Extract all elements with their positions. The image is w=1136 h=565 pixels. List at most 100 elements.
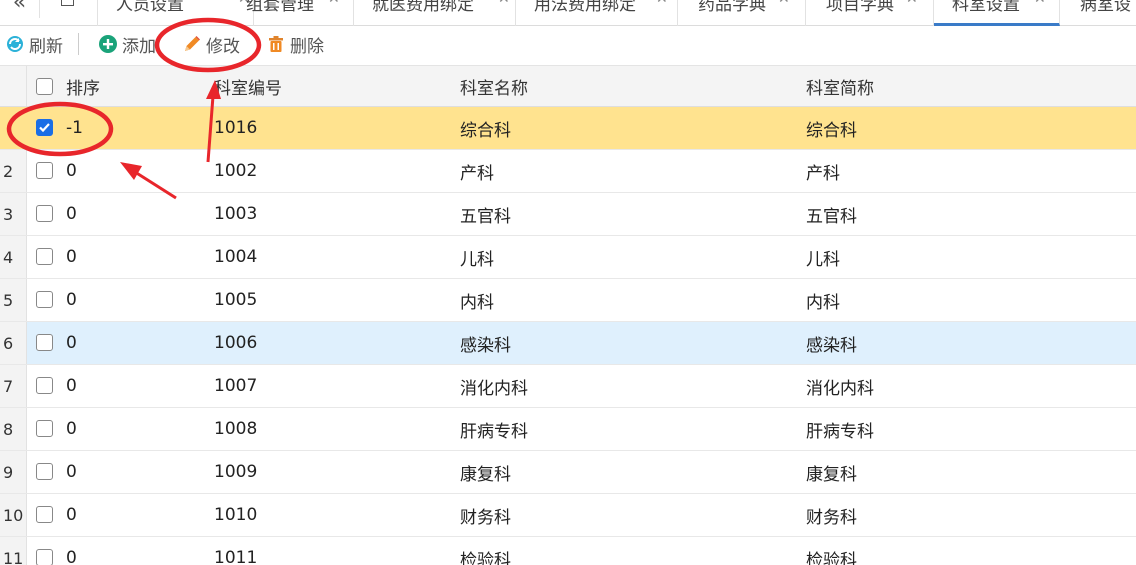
tab-drug-dictionary[interactable]: 药品字典 ✕ — [678, 0, 806, 26]
toolbar-divider — [78, 33, 79, 55]
row-checkbox[interactable] — [36, 377, 53, 394]
row-checkbox[interactable] — [36, 506, 53, 523]
cell-name: 内科 — [460, 292, 494, 313]
add-button[interactable]: 添加 — [98, 32, 156, 57]
cell-code: 1006 — [214, 333, 258, 353]
delete-button[interactable]: 删除 — [266, 32, 324, 57]
cell-short-name: 综合科 — [806, 120, 857, 141]
tab-visit-fee-binding[interactable]: 就医费用绑定 ✕ — [354, 0, 516, 26]
tab-usage-fee-binding[interactable]: 用法费用绑定 ✕ — [516, 0, 678, 26]
refresh-button[interactable]: 刷新 — [5, 32, 63, 57]
row-number: 3 — [0, 193, 27, 235]
tab-department-settings[interactable]: 科室设置 ✕ — [934, 0, 1060, 26]
close-icon[interactable]: ✕ — [906, 0, 918, 7]
row-number: 9 — [0, 451, 27, 493]
cell-sort: 0 — [66, 204, 77, 224]
cell-short-name: 财务科 — [806, 507, 857, 528]
add-label: 添加 — [122, 36, 156, 57]
tab-label: 用法费用绑定 — [534, 0, 636, 15]
tab-label: 病室设 — [1080, 0, 1131, 15]
column-header-name[interactable]: 科室名称 — [460, 66, 528, 106]
cell-code: 1016 — [214, 118, 258, 138]
cell-short-name: 内科 — [806, 292, 840, 313]
table-row[interactable]: 11 0 1011 检验科 检验科 — [0, 537, 1136, 565]
table-row[interactable]: 8 0 1008 肝病专科 肝病专科 — [0, 408, 1136, 451]
table-row[interactable]: 6 0 1006 感染科 感染科 — [0, 322, 1136, 365]
close-icon[interactable]: ✕ — [656, 0, 668, 7]
tab-home[interactable] — [40, 0, 98, 26]
cell-code: 1010 — [214, 505, 258, 525]
row-number: 7 — [0, 365, 27, 407]
cell-sort: 0 — [66, 505, 77, 525]
pencil-icon — [185, 36, 200, 51]
row-checkbox[interactable] — [36, 334, 53, 351]
row-checkbox[interactable] — [36, 463, 53, 480]
collapse-tabs-icon[interactable]: « — [0, 0, 40, 18]
row-number — [0, 107, 27, 149]
cell-code: 1004 — [214, 247, 258, 267]
tab-set-management[interactable]: 组套管理 ✕ — [246, 0, 354, 26]
tab-label: 项目字典 — [826, 0, 894, 15]
home-tab-icon — [61, 0, 74, 6]
cell-name: 五官科 — [460, 206, 511, 227]
row-checkbox[interactable] — [36, 549, 53, 565]
cell-code: 1002 — [214, 161, 258, 181]
cell-short-name: 产科 — [806, 163, 840, 184]
row-checkbox[interactable] — [36, 420, 53, 437]
table-row[interactable]: 3 0 1003 五官科 五官科 — [0, 193, 1136, 236]
cell-sort: 0 — [66, 419, 77, 439]
cell-sort: -1 — [66, 118, 83, 138]
cell-code: 1009 — [214, 462, 258, 482]
cell-name: 财务科 — [460, 507, 511, 528]
close-icon[interactable]: ✕ — [498, 0, 510, 7]
table-row[interactable]: 9 0 1009 康复科 康复科 — [0, 451, 1136, 494]
row-number-header — [0, 66, 27, 106]
cell-sort: 0 — [66, 462, 77, 482]
cell-name: 儿科 — [460, 249, 494, 270]
cell-short-name: 检验科 — [806, 550, 857, 565]
cell-sort: 0 — [66, 376, 77, 396]
cell-name: 康复科 — [460, 464, 511, 485]
table-row[interactable]: 5 0 1005 内科 内科 — [0, 279, 1136, 322]
row-number: 4 — [0, 236, 27, 278]
refresh-label: 刷新 — [29, 36, 63, 57]
cell-name: 检验科 — [460, 550, 511, 565]
table-row[interactable]: -1 1016 综合科 综合科 — [0, 107, 1136, 150]
table-row[interactable]: 2 0 1002 产科 产科 — [0, 150, 1136, 193]
row-checkbox[interactable] — [36, 291, 53, 308]
select-all-checkbox[interactable] — [36, 78, 53, 95]
tab-item-dictionary[interactable]: 项目字典 ✕ — [806, 0, 934, 26]
column-header-code[interactable]: 科室编号 — [214, 66, 282, 106]
row-checkbox[interactable] — [36, 119, 53, 136]
grid-header: 排序 科室编号 科室名称 科室简称 — [0, 66, 1136, 107]
close-icon[interactable]: ✕ — [328, 0, 340, 7]
cell-code: 1008 — [214, 419, 258, 439]
table-row[interactable]: 7 0 1007 消化内科 消化内科 — [0, 365, 1136, 408]
cell-name: 感染科 — [460, 335, 511, 356]
row-checkbox[interactable] — [36, 162, 53, 179]
cell-short-name: 儿科 — [806, 249, 840, 270]
row-number: 5 — [0, 279, 27, 321]
tab-label: 科室设置 — [952, 0, 1020, 15]
column-header-sort[interactable]: 排序 — [66, 66, 100, 106]
close-icon[interactable]: ✕ — [1034, 0, 1046, 7]
table-row[interactable]: 4 0 1004 儿科 儿科 — [0, 236, 1136, 279]
refresh-icon — [7, 36, 23, 52]
row-number: 2 — [0, 150, 27, 192]
edit-label: 修改 — [206, 36, 240, 57]
tab-label: 人员设置 — [116, 0, 184, 15]
tab-label: 组套管理 — [246, 0, 314, 15]
row-checkbox[interactable] — [36, 248, 53, 265]
tab-personnel-settings[interactable]: 人员设置 ✕ — [98, 0, 254, 26]
cell-short-name: 肝病专科 — [806, 421, 874, 442]
row-checkbox[interactable] — [36, 205, 53, 222]
tab-ward-settings[interactable]: 病室设 — [1060, 0, 1136, 26]
delete-label: 删除 — [290, 36, 324, 57]
page: « 人员设置 ✕ 组套管理 ✕ 就医费用绑定 ✕ 用法费用绑定 ✕ 药品字典 ✕… — [0, 0, 1136, 565]
cell-name: 综合科 — [460, 120, 511, 141]
column-header-short-name[interactable]: 科室简称 — [806, 66, 874, 106]
table-row[interactable]: 10 0 1010 财务科 财务科 — [0, 494, 1136, 537]
close-icon[interactable]: ✕ — [778, 0, 790, 7]
trash-icon — [269, 36, 283, 52]
edit-button[interactable]: 修改 — [182, 32, 240, 57]
